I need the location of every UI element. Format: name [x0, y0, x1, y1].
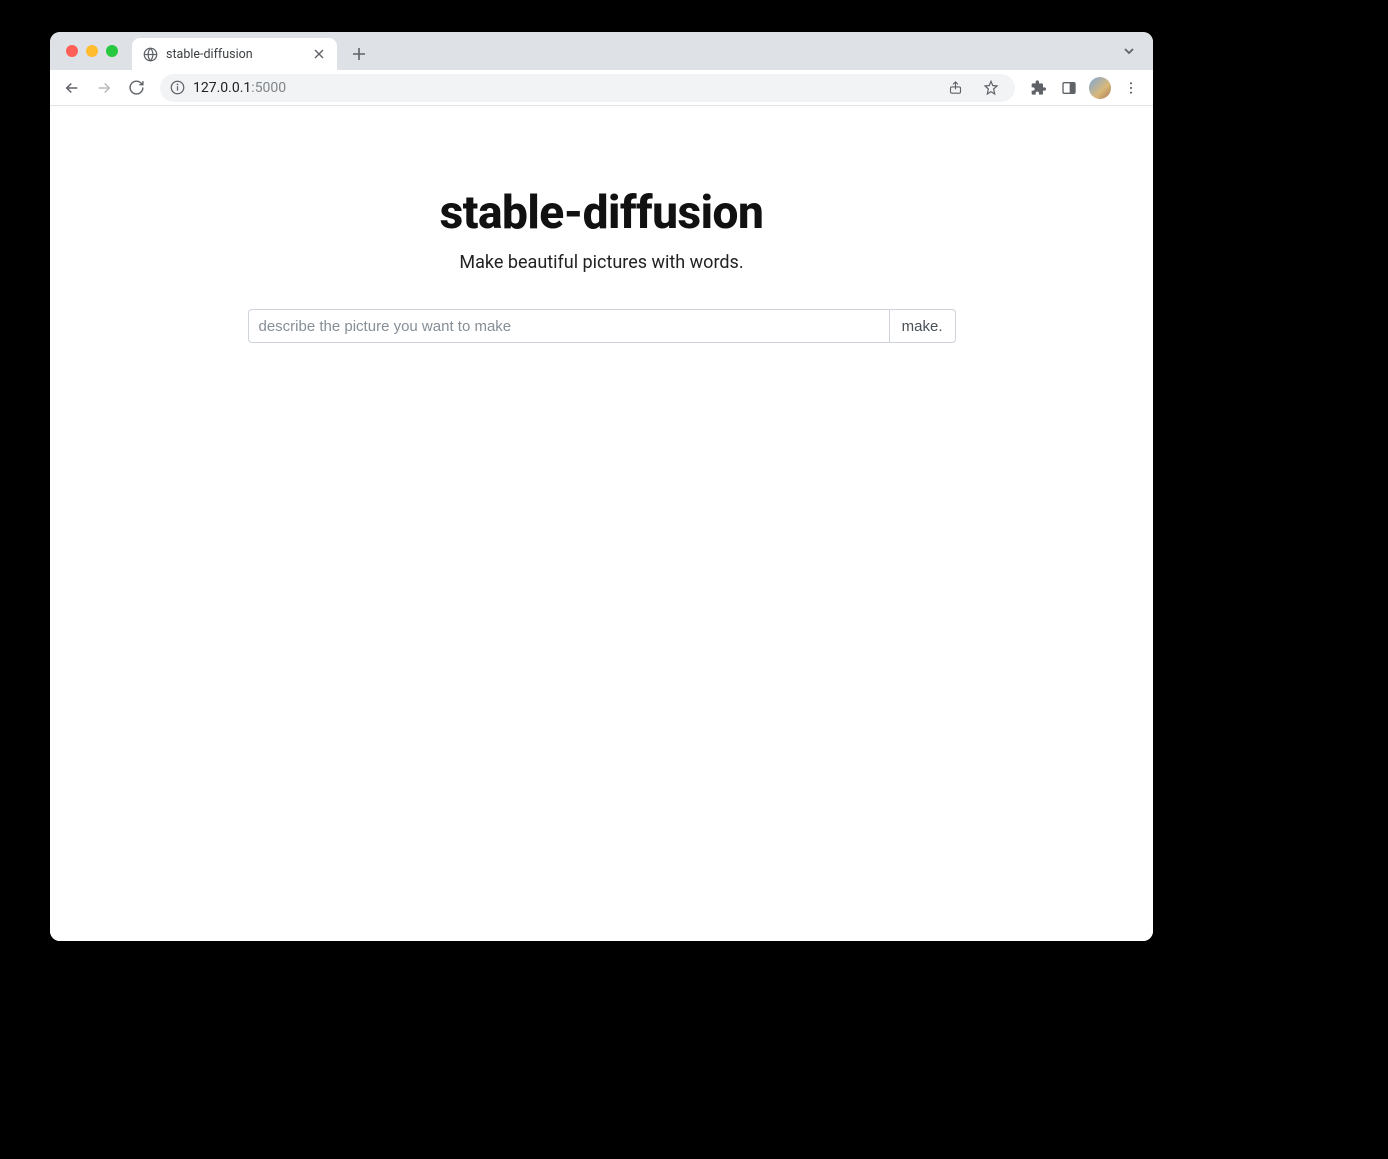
url-host: 127.0.0.1 [193, 80, 251, 96]
page-subtitle: Make beautiful pictures with words. [459, 252, 743, 273]
window-controls [60, 32, 126, 70]
address-bar[interactable]: 127.0.0.1:5000 [160, 74, 1015, 102]
tab-search-button[interactable] [1115, 37, 1143, 65]
prompt-form: make. [248, 309, 956, 343]
page-content: stable-diffusion Make beautiful pictures… [50, 106, 1153, 343]
side-panel-icon[interactable] [1055, 74, 1083, 102]
window-close-button[interactable] [66, 45, 78, 57]
site-info-icon[interactable] [170, 80, 185, 95]
browser-tab[interactable]: stable-diffusion [132, 38, 337, 70]
toolbar-right [1025, 74, 1145, 102]
prompt-input[interactable] [248, 309, 890, 343]
url-port: :5000 [251, 80, 286, 96]
menu-icon[interactable] [1117, 74, 1145, 102]
reload-button[interactable] [122, 74, 150, 102]
tabstrip-right [1115, 32, 1153, 70]
window-maximize-button[interactable] [106, 45, 118, 57]
url-text: 127.0.0.1:5000 [193, 80, 286, 96]
tab-title: stable-diffusion [166, 47, 303, 62]
profile-avatar[interactable] [1089, 77, 1111, 99]
window-minimize-button[interactable] [86, 45, 98, 57]
new-tab-button[interactable] [345, 40, 373, 68]
back-button[interactable] [58, 74, 86, 102]
tab-strip: stable-diffusion [50, 32, 1153, 70]
browser-toolbar: 127.0.0.1:5000 [50, 70, 1153, 106]
forward-button[interactable] [90, 74, 118, 102]
close-tab-icon[interactable] [311, 46, 327, 62]
browser-window: stable-diffusion [50, 32, 1153, 941]
bookmark-icon[interactable] [977, 74, 1005, 102]
extensions-icon[interactable] [1025, 74, 1053, 102]
globe-icon [142, 46, 158, 62]
page-viewport: stable-diffusion Make beautiful pictures… [50, 106, 1153, 941]
make-button[interactable]: make. [890, 309, 956, 343]
share-icon[interactable] [941, 74, 969, 102]
page-heading: stable-diffusion [440, 186, 764, 240]
